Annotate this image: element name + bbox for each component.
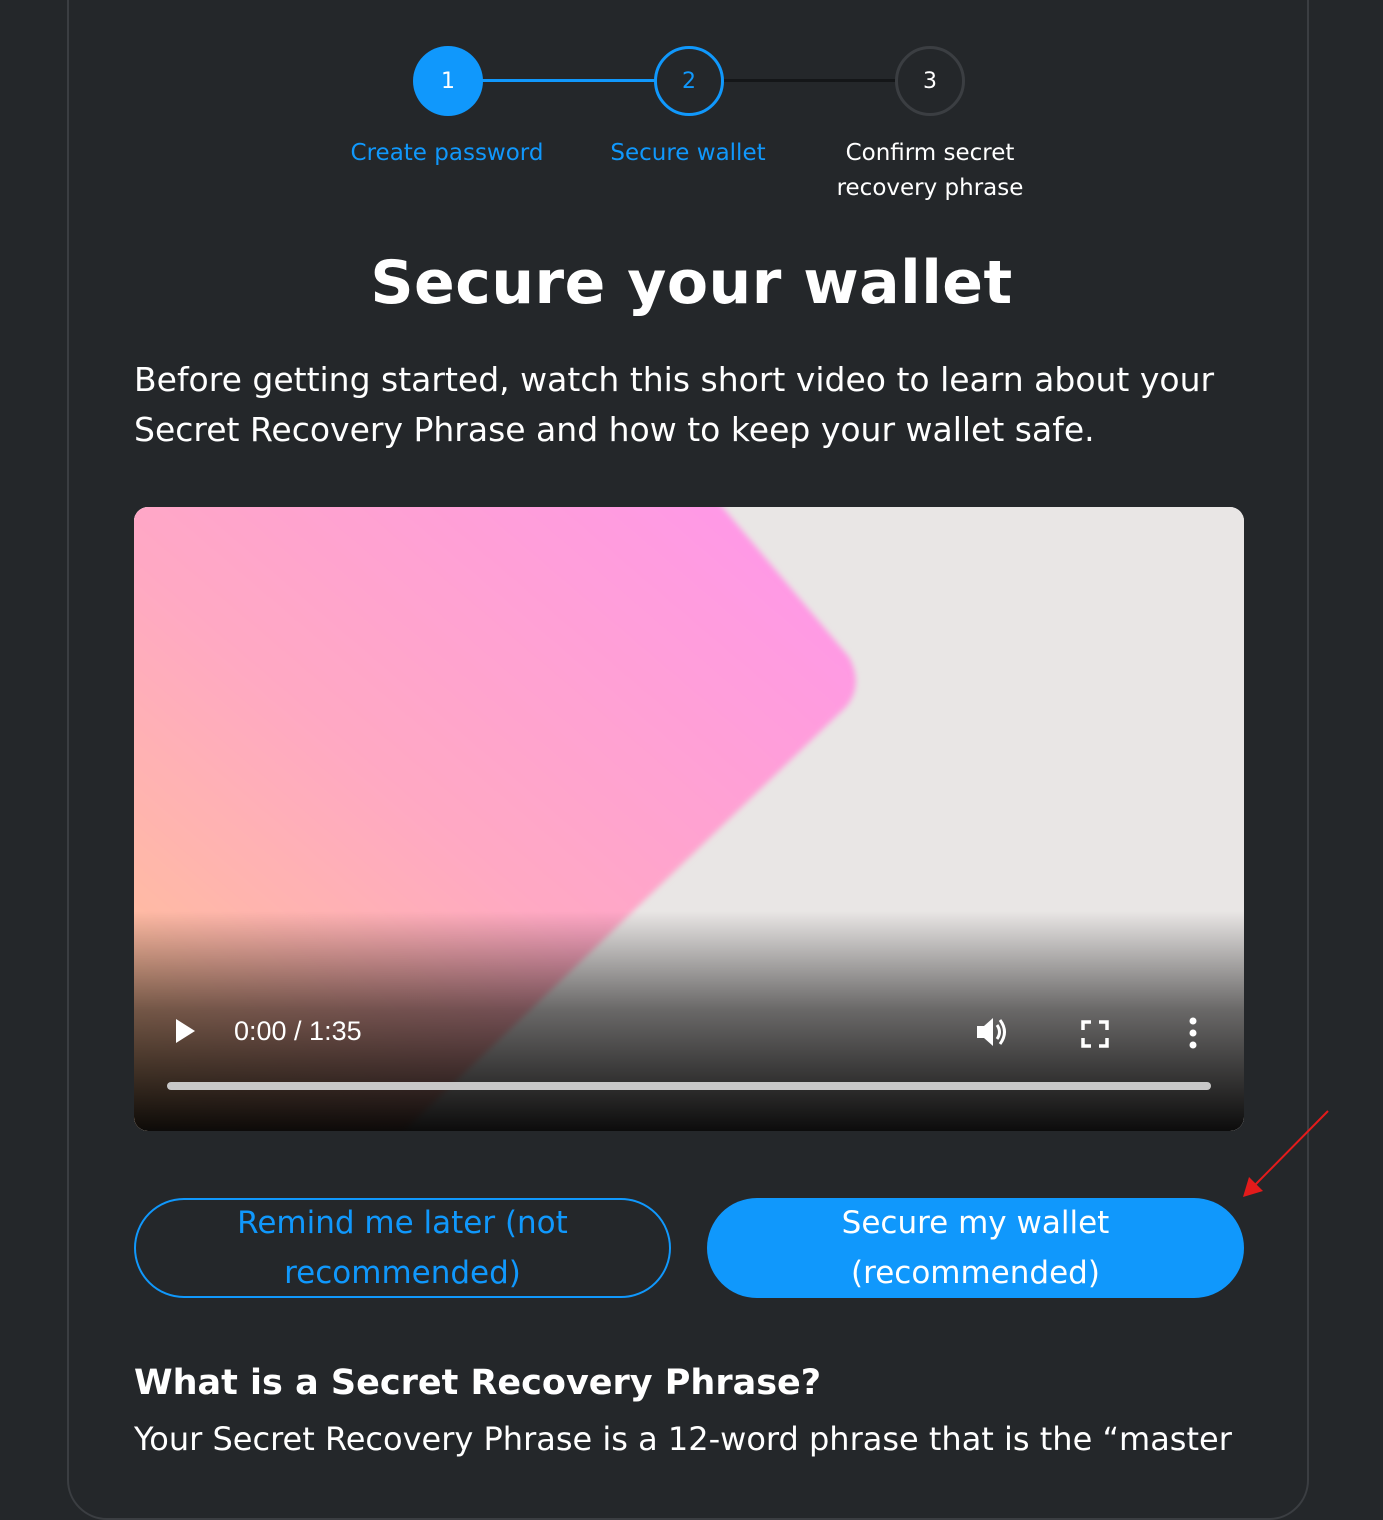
step-3-label: Confirm secret recovery phrase [800, 136, 1060, 206]
video-player[interactable]: 0:00 / 1:35 [134, 507, 1244, 1131]
remind-later-button[interactable]: Remind me later (not recommended) [134, 1198, 671, 1298]
step-1-circle: 1 [413, 46, 483, 116]
fullscreen-button[interactable] [1078, 1017, 1112, 1051]
faq-body: Your Secret Recovery Phrase is a 12-word… [134, 1420, 1232, 1458]
intro-text: Before getting started, watch this short… [134, 360, 1215, 449]
step-3-label-line1: Confirm secret [845, 140, 1015, 166]
step-3-circle: 3 [895, 46, 965, 116]
step-3-label-line2: recovery phrase [836, 175, 1024, 201]
fullscreen-icon [1081, 1020, 1109, 1048]
annotation-arrow [1243, 1110, 1329, 1197]
step-1-label: Create password [350, 140, 544, 166]
video-progress-bar[interactable] [167, 1082, 1211, 1090]
more-options-icon [1189, 1017, 1197, 1049]
remind-later-label: Remind me later (not recommended) [237, 1205, 568, 1291]
volume-icon [977, 1018, 1006, 1046]
play-button[interactable] [170, 1015, 200, 1047]
page-title: Secure your wallet [370, 248, 1013, 318]
step-2-number: 2 [682, 68, 696, 94]
step-2-label: Secure wallet [610, 140, 766, 166]
step-connector-1-2 [482, 79, 656, 82]
secure-wallet-button[interactable]: Secure my wallet (recommended) [707, 1198, 1244, 1298]
more-options-button[interactable] [1178, 1015, 1208, 1051]
video-time: 0:00 / 1:35 [234, 1016, 362, 1046]
volume-button[interactable] [974, 1013, 1012, 1051]
secure-wallet-label: Secure my wallet (recommended) [841, 1205, 1110, 1291]
play-icon [176, 1019, 195, 1043]
step-connector-2-3 [723, 79, 897, 82]
step-1-number: 1 [441, 68, 455, 94]
step-2-circle: 2 [654, 46, 724, 116]
faq-title: What is a Secret Recovery Phrase? [134, 1363, 822, 1403]
step-3-number: 3 [923, 68, 937, 94]
